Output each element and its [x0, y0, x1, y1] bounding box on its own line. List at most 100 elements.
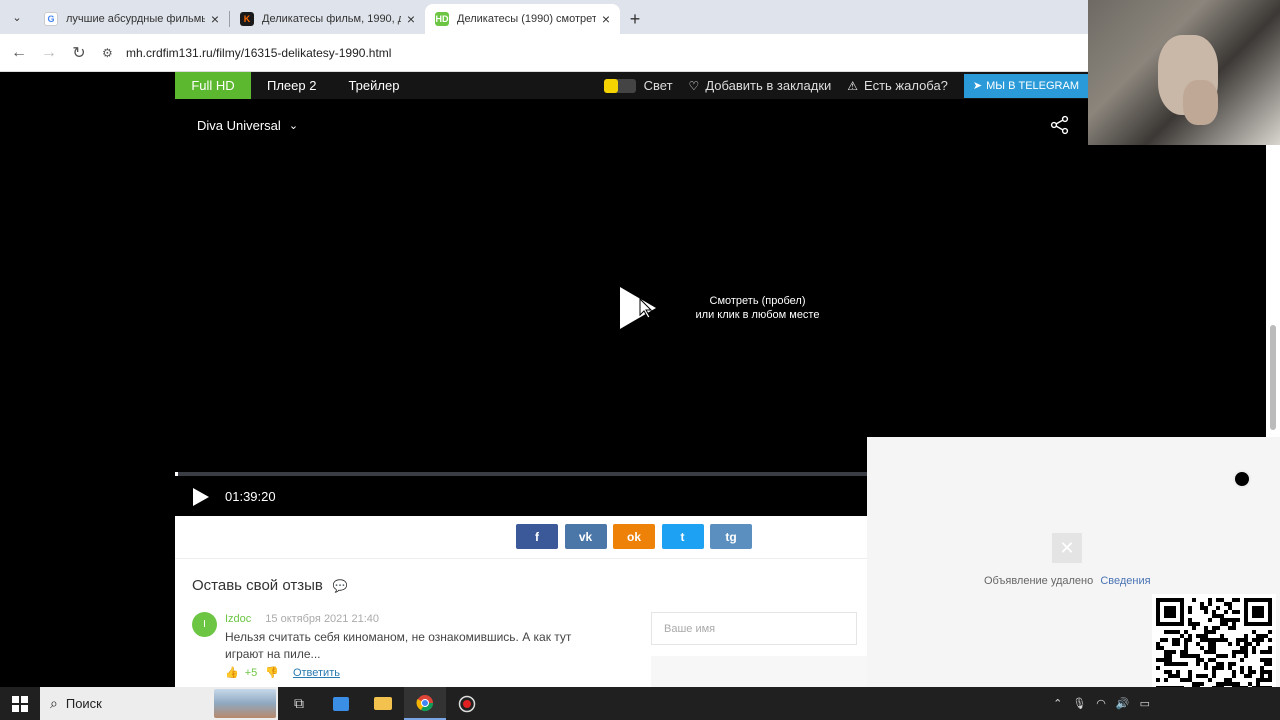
tab-search-chevron-icon[interactable]: ⌄: [0, 0, 34, 34]
comment-user[interactable]: Izdoc: [225, 613, 251, 625]
close-icon[interactable]: ×: [407, 11, 415, 27]
play-icon[interactable]: [192, 487, 210, 507]
telegram-plane-icon: ➤: [972, 80, 983, 92]
progress-bar[interactable]: [175, 472, 867, 476]
battery-icon[interactable]: ▭: [1140, 697, 1150, 710]
screen: ⌄ G лучшие абсурдные фильмы - × K Делика…: [0, 0, 1280, 720]
telegram-button[interactable]: ➤ МЫ В TELEGRAM: [963, 73, 1088, 98]
voice-label: Diva Universal: [197, 118, 281, 133]
close-icon[interactable]: ×: [211, 11, 219, 27]
heart-icon: ♡: [688, 78, 700, 93]
taskbar-search-label: Поиск: [65, 696, 102, 711]
store-icon[interactable]: [320, 687, 362, 720]
reply-link[interactable]: Ответить: [293, 667, 340, 679]
name-input[interactable]: Ваше имя: [651, 612, 857, 645]
tab-player2[interactable]: Плеер 2: [251, 72, 332, 99]
comment-text: Нельзя считать себя киноманом, не ознако…: [225, 630, 572, 661]
progress-fill: [175, 472, 179, 476]
site-info-icon[interactable]: ⚙: [102, 46, 122, 60]
light-toggle[interactable]: [603, 78, 636, 93]
webcam-overlay: [1088, 0, 1280, 145]
comment-score: +5: [244, 666, 258, 679]
review-title: Оставь свой отзыв: [192, 577, 323, 594]
thumbs-up-icon[interactable]: 👍: [225, 666, 239, 679]
comment-header: Izdoc 15 октября 2021 21:40: [225, 613, 379, 625]
duration: 01:39:20: [225, 489, 276, 504]
scrollbar-thumb[interactable]: [1270, 325, 1276, 430]
play-hint-line1: Смотреть (пробел): [709, 295, 806, 307]
ad-removed-icon: ✕: [1052, 533, 1082, 563]
volume-icon[interactable]: 🔊: [1116, 697, 1130, 710]
back-icon[interactable]: ←: [4, 38, 34, 68]
tab-google[interactable]: G лучшие абсурдные фильмы - ×: [34, 4, 229, 34]
ad-removed-label: Объявление удалено: [984, 575, 1094, 587]
complaint-button[interactable]: ⚠ Есть жалоба?: [847, 78, 948, 93]
comments-icon: 💬: [332, 578, 348, 593]
chrome-icon[interactable]: [404, 687, 446, 720]
tab-fullhd[interactable]: Full HD: [175, 72, 251, 99]
ad-removed-text: Объявление удалено Сведения: [984, 575, 1151, 587]
comment-input[interactable]: [651, 656, 867, 687]
chevron-up-icon[interactable]: ⌃: [1053, 697, 1062, 710]
bookmark-button[interactable]: ♡ Добавить в закладки: [689, 78, 832, 93]
facebook-icon: f: [535, 529, 539, 544]
close-icon[interactable]: ×: [602, 11, 610, 27]
google-icon: G: [44, 12, 58, 26]
new-tab-button[interactable]: +: [620, 4, 650, 34]
page-content: f vk ok t tg Оставь свой отзыв 💬 I Izdoc 15 …: [175, 516, 867, 687]
share-icon[interactable]: [1050, 115, 1070, 135]
kinopoisk-icon: K: [240, 12, 254, 26]
recorder-icon[interactable]: [446, 687, 488, 720]
chevron-down-icon: ⌄: [288, 120, 299, 132]
tab-kinopoisk[interactable]: K Деликатесы фильм, 1990, дат ×: [230, 4, 425, 34]
hd-icon: HD: [435, 12, 449, 26]
taskbar-search[interactable]: ⌕ Поиск: [40, 687, 278, 720]
file-explorer-icon[interactable]: [362, 687, 404, 720]
url-field[interactable]: mh.crdfim131.ru/filmy/16315-delikatesy-1…: [126, 46, 391, 60]
address-bar: ← → ↻ ⚙ mh.crdfim131.ru/filmy/16315-deli…: [0, 34, 1088, 72]
odnoklassniki-share-button[interactable]: ok: [613, 524, 655, 549]
twitter-icon: t: [680, 529, 685, 544]
tab-title: Деликатесы фильм, 1990, дат: [262, 13, 401, 25]
thumbs-down-icon[interactable]: 👎: [265, 666, 279, 679]
odnoklassniki-icon: ok: [626, 529, 641, 544]
search-icon: ⌕: [50, 695, 58, 711]
taskbar: ⌕ Поиск ⧉ ⌃ 🎙 ◠ 🔊 ▭: [0, 687, 1280, 720]
windows-start-icon[interactable]: [0, 687, 40, 720]
system-tray: ⌃ 🎙 ◠ 🔊 ▭: [1043, 697, 1280, 710]
twitter-share-button[interactable]: t: [661, 524, 704, 549]
complaint-text: Есть жалоба?: [864, 78, 948, 93]
ad-details-link[interactable]: Сведения: [1100, 575, 1150, 587]
reload-icon[interactable]: ↻: [64, 38, 94, 68]
microphone-icon[interactable]: 🎙: [1072, 697, 1086, 710]
telegram-text: МЫ В TELEGRAM: [986, 79, 1079, 92]
webcam-hand: [1183, 80, 1218, 125]
ad-indicator-icon[interactable]: [1233, 470, 1251, 488]
telegram-share-button[interactable]: tg: [710, 524, 752, 549]
tab-trailer[interactable]: Трейлер: [332, 72, 415, 99]
avatar: I: [192, 612, 217, 637]
forward-icon[interactable]: →: [34, 38, 64, 68]
player-nav-right: Свет ♡ Добавить в закладки ⚠ Есть жалоба? …: [603, 72, 1088, 99]
divider: [175, 558, 867, 559]
play-hint-line2: или клик в любом месте: [695, 309, 820, 321]
tab-delikatesy[interactable]: HD Деликатесы (1990) смотреть о ×: [425, 4, 620, 34]
facebook-share-button[interactable]: f: [516, 524, 558, 549]
search-highlight-image: [214, 689, 276, 718]
warning-icon: ⚠: [847, 78, 859, 93]
scrollbar[interactable]: [1266, 145, 1280, 437]
comment-actions: 👍 +5 👎 Ответить: [225, 666, 340, 680]
vk-icon: vk: [578, 529, 593, 544]
light-label[interactable]: Свет: [644, 78, 673, 93]
voice-selector[interactable]: Diva Universal ⌄: [197, 118, 298, 133]
tab-title: лучшие абсурдные фильмы -: [66, 13, 205, 25]
telegram-icon: tg: [725, 529, 737, 544]
side-strip: [1092, 145, 1266, 437]
big-play-icon[interactable]: [618, 285, 658, 331]
bookmark-text: Добавить в закладки: [705, 78, 832, 93]
wifi-icon[interactable]: ◠: [1096, 697, 1106, 710]
vk-share-button[interactable]: vk: [564, 524, 607, 549]
review-heading: Оставь свой отзыв 💬: [192, 577, 348, 594]
play-hint: Смотреть (пробел) или клик в любом месте: [675, 294, 840, 322]
task-view-icon[interactable]: ⧉: [278, 687, 320, 720]
